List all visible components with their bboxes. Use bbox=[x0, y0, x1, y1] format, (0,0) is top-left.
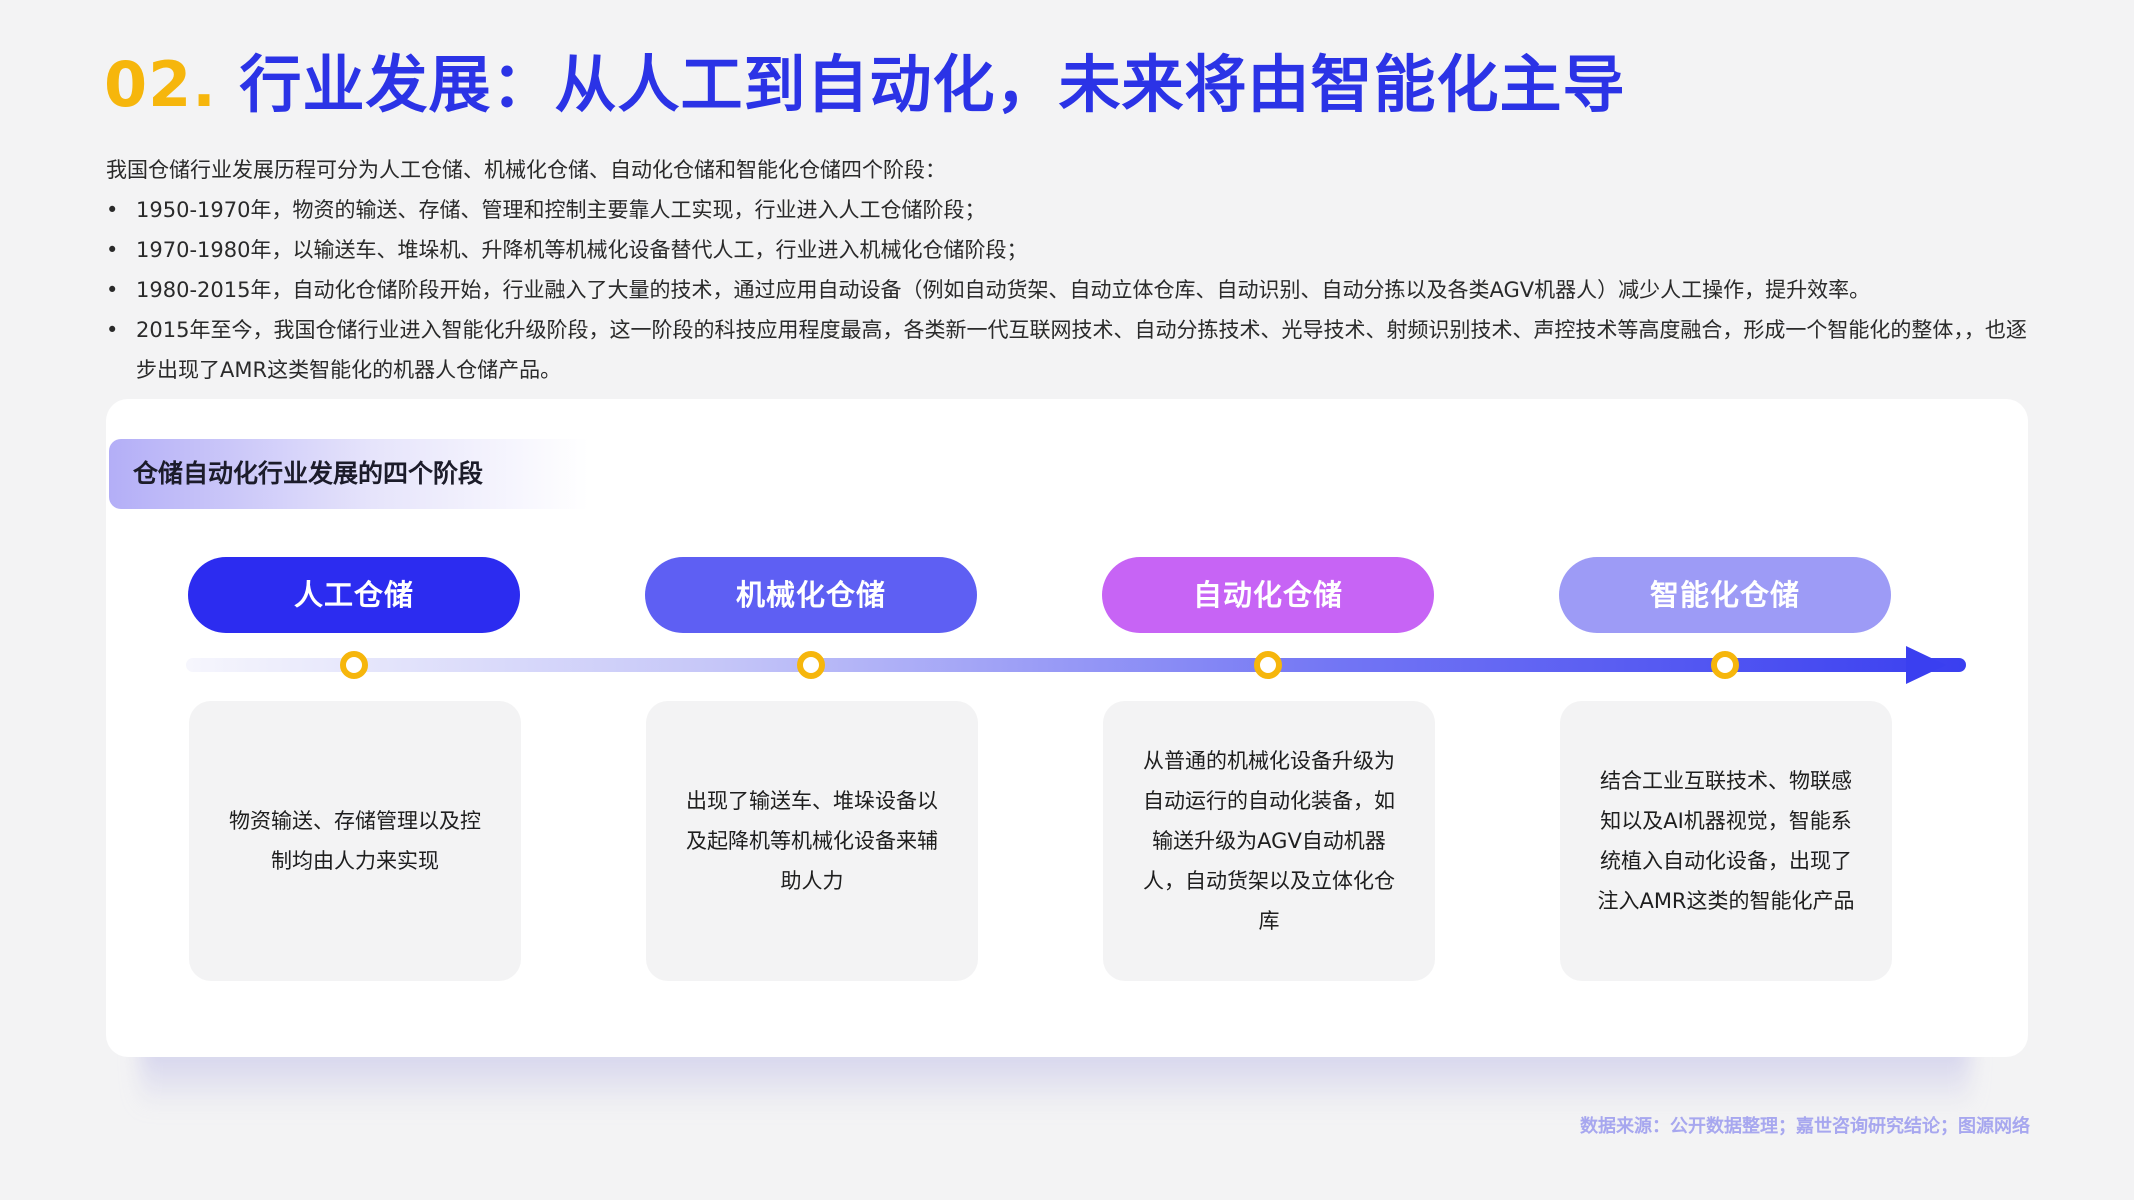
timeline-node bbox=[1254, 651, 1282, 679]
timeline-node bbox=[797, 651, 825, 679]
timeline-node bbox=[1711, 651, 1739, 679]
stage-pill-intelligent: 智能化仓储 bbox=[1559, 557, 1891, 633]
panel-tag: 仓储自动化行业发展的四个阶段 bbox=[109, 439, 589, 509]
stage-pill-mechanized: 机械化仓储 bbox=[645, 557, 977, 633]
timeline-node bbox=[340, 651, 368, 679]
intro-bullet: 2015年至今，我国仓储行业进入智能化升级阶段，这一阶段的科技应用程度最高，各类… bbox=[106, 310, 2036, 390]
stage-pill-manual: 人工仓储 bbox=[188, 557, 520, 633]
timeline-bar bbox=[186, 658, 1966, 672]
stage-desc: 物资输送、存储管理以及控制均由人力来实现 bbox=[229, 809, 481, 873]
intro-lead: 我国仓储行业发展历程可分为人工仓储、机械化仓储、自动化仓储和智能化仓储四个阶段： bbox=[106, 158, 946, 182]
section-number: 02. bbox=[104, 48, 217, 121]
stage-card-mechanized: 出现了输送车、堆垛设备以及起降机等机械化设备来辅助人力 bbox=[646, 701, 978, 981]
stage-card-manual: 物资输送、存储管理以及控制均由人力来实现 bbox=[189, 701, 521, 981]
stages-panel: 仓储自动化行业发展的四个阶段 人工仓储 机械化仓储 自动化仓储 智能化仓储 物资… bbox=[106, 399, 2028, 1057]
stage-card-intelligent: 结合工业互联技术、物联感知以及AI机器视觉，智能系统植入自动化设备，出现了注入A… bbox=[1560, 701, 1892, 981]
stage-desc: 出现了输送车、堆垛设备以及起降机等机械化设备来辅助人力 bbox=[686, 789, 938, 893]
stage-desc: 结合工业互联技术、物联感知以及AI机器视觉，智能系统植入自动化设备，出现了注入A… bbox=[1597, 769, 1855, 913]
title-text: 行业发展：从人工到自动化，未来将由智能化主导 bbox=[239, 48, 1626, 121]
intro-bullet: 1950-1970年，物资的输送、存储、管理和控制主要靠人工实现，行业进入人工仓… bbox=[106, 190, 2036, 230]
intro-bullet-list: 1950-1970年，物资的输送、存储、管理和控制主要靠人工实现，行业进入人工仓… bbox=[106, 190, 2036, 390]
stage-card-automated: 从普通的机械化设备升级为自动运行的自动化装备，如输送升级为AGV自动机器人，自动… bbox=[1103, 701, 1435, 981]
data-source: 数据来源：公开数据整理；嘉世咨询研究结论；图源网络 bbox=[1580, 1116, 2030, 1137]
intro-bullet: 1970-1980年，以输送车、堆垛机、升降机等机械化设备替代人工，行业进入机械… bbox=[106, 230, 2036, 270]
page-title: 02. 行业发展：从人工到自动化，未来将由智能化主导 bbox=[104, 34, 1625, 124]
intro-text: 我国仓储行业发展历程可分为人工仓储、机械化仓储、自动化仓储和智能化仓储四个阶段：… bbox=[106, 150, 2036, 390]
intro-bullet: 1980-2015年，自动化仓储阶段开始，行业融入了大量的技术，通过应用自动设备… bbox=[106, 270, 2036, 310]
stage-desc: 从普通的机械化设备升级为自动运行的自动化装备，如输送升级为AGV自动机器人，自动… bbox=[1143, 749, 1395, 933]
stage-pill-automated: 自动化仓储 bbox=[1102, 557, 1434, 633]
timeline-arrow-icon bbox=[1906, 646, 1946, 684]
